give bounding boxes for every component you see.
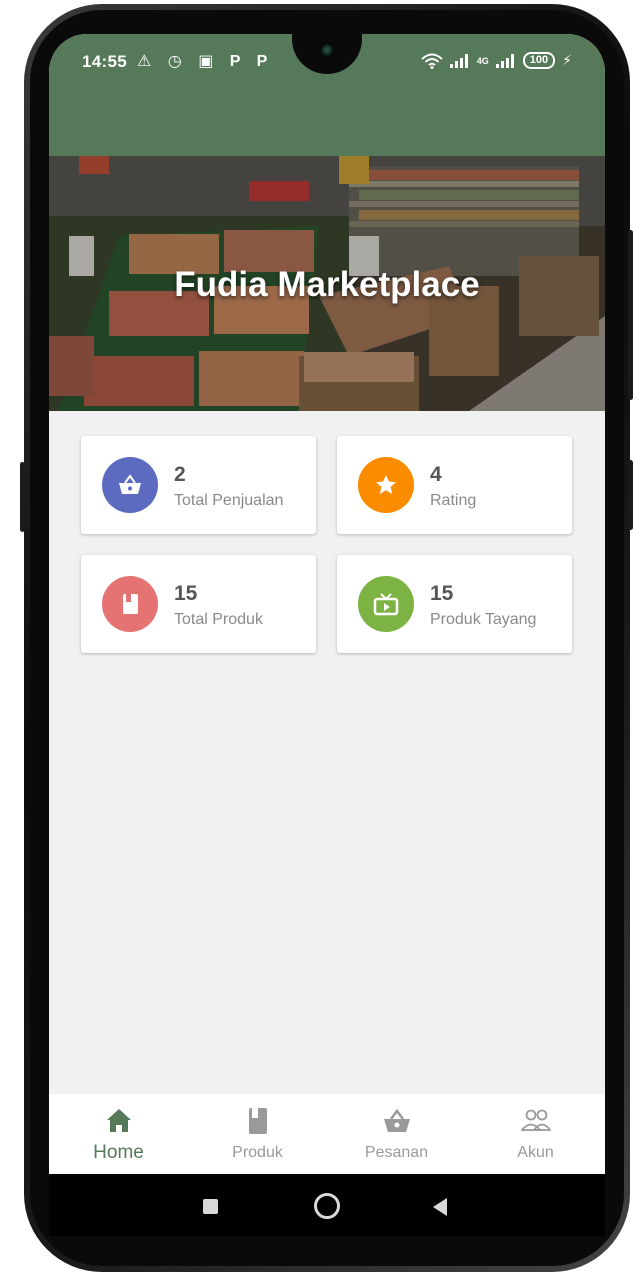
star-icon — [376, 475, 396, 494]
volume-button — [20, 462, 25, 532]
stat-card-total-produk[interactable]: 15 Total Produk — [81, 555, 316, 653]
stat-value: 15 — [430, 582, 454, 605]
network-type-label: 4G — [476, 55, 489, 66]
hero-banner: Fudia Marketplace — [49, 156, 605, 411]
stat-card-total-penjualan[interactable]: 2 Total Penjualan — [81, 436, 316, 534]
stat-value: 15 — [174, 582, 198, 605]
stat-card-rating[interactable]: 4 Rating — [337, 436, 572, 534]
stat-icon-circle — [358, 457, 414, 513]
status-notification-icons: ⚠ ◷ ▣ P P — [137, 53, 274, 70]
tv-icon — [373, 593, 399, 616]
back-button[interactable] — [433, 1198, 447, 1216]
stat-label: Produk Tayang — [430, 611, 537, 628]
people-icon — [521, 1109, 551, 1131]
book-icon — [249, 1108, 267, 1134]
nav-item-produk[interactable]: Produk — [188, 1094, 327, 1174]
recents-button[interactable] — [203, 1199, 218, 1214]
hero-title: Fudia Marketplace — [174, 265, 480, 304]
nav-label-pesanan: Pesanan — [364, 1144, 429, 1161]
power-button — [628, 230, 633, 400]
charging-icon: ⚡ — [562, 52, 572, 68]
stat-label: Rating — [430, 492, 477, 509]
signal-icon — [449, 53, 468, 68]
bottom-navigation: Home Produk Pesanan Akun — [49, 1094, 605, 1174]
nav-label-akun: Akun — [517, 1144, 554, 1161]
home-icon — [107, 1109, 131, 1132]
signal-icon-2 — [495, 53, 514, 68]
book-icon — [123, 594, 138, 614]
stat-value: 4 — [430, 463, 442, 486]
stat-label: Total Produk — [174, 611, 263, 628]
app-screen: 14:55 ⚠ ◷ ▣ P P 4G 100 ⚡ Fudia Marketpla… — [49, 34, 605, 1174]
home-button[interactable] — [314, 1193, 340, 1219]
nav-item-home[interactable]: Home — [49, 1094, 188, 1174]
wifi-icon — [421, 53, 443, 69]
status-time: 14:55 — [82, 52, 127, 71]
stat-label: Total Penjualan — [174, 492, 284, 509]
status-right-icons: 4G 100 ⚡ — [421, 52, 572, 69]
stat-icon-circle — [358, 576, 414, 632]
side-button — [628, 460, 633, 530]
nav-label-produk: Produk — [232, 1144, 283, 1161]
stat-icon-circle — [102, 457, 158, 513]
nav-item-pesanan[interactable]: Pesanan — [327, 1094, 466, 1174]
basket-icon — [384, 1108, 410, 1132]
basket-icon — [119, 474, 141, 494]
stat-icon-circle — [102, 576, 158, 632]
nav-label-home: Home — [93, 1142, 144, 1163]
battery-indicator: 100 — [522, 52, 556, 69]
stat-value: 2 — [174, 463, 186, 486]
system-navigation-bar — [49, 1174, 605, 1236]
nav-item-akun[interactable]: Akun — [466, 1094, 605, 1174]
front-camera — [319, 42, 335, 58]
stat-card-produk-tayang[interactable]: 15 Produk Tayang — [337, 555, 572, 653]
